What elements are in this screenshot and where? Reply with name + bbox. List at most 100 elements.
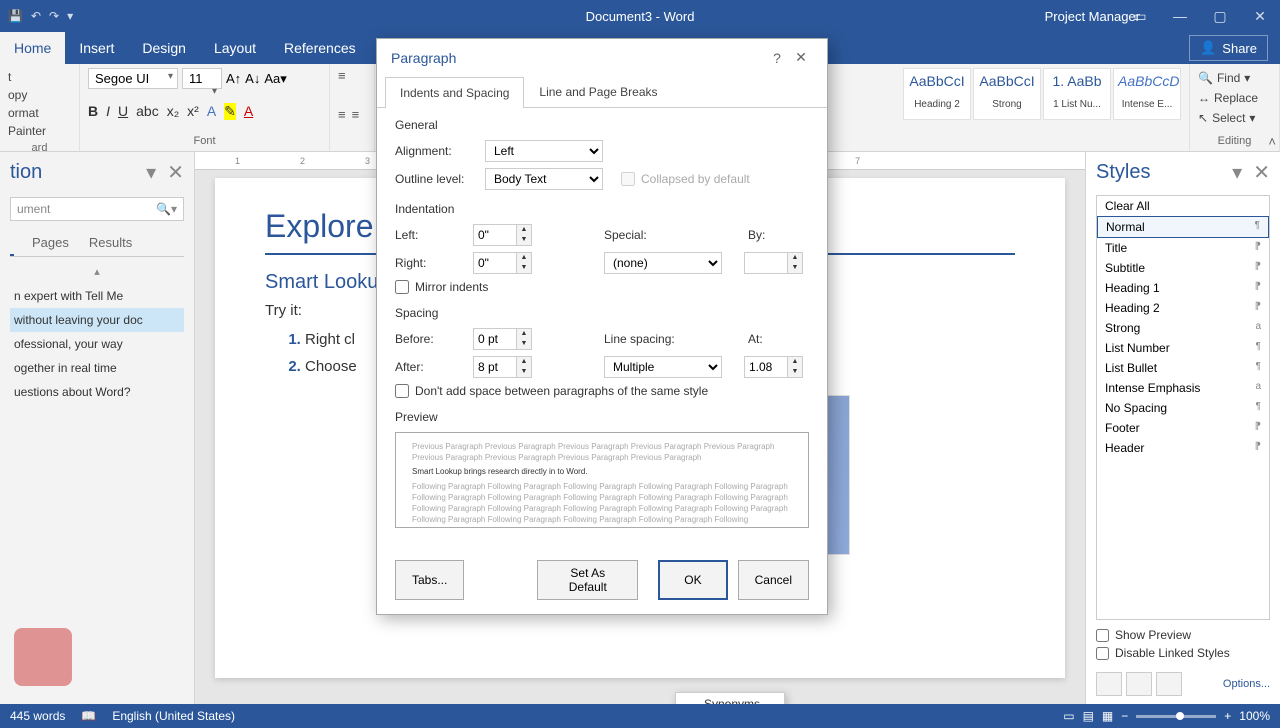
zoom-in-button[interactable]: + [1224,709,1231,723]
bold-button[interactable]: B [88,103,98,119]
no-space-same-style-checkbox[interactable]: Don't add space between paragraphs of th… [395,384,809,398]
ok-button[interactable]: OK [658,560,727,600]
style-list-bullet[interactable]: List Bullet¶ [1097,358,1269,378]
collapse-ribbon-icon[interactable]: ˄ [1268,134,1276,149]
line-spacing-select[interactable]: Multiple [604,356,722,378]
nav-item[interactable]: n expert with Tell Me [10,284,184,308]
undo-icon[interactable]: ↶ [31,9,41,23]
dialog-close-button[interactable]: ✕ [789,49,813,66]
at-spinner[interactable]: ▲▼ [744,356,803,378]
tab-design[interactable]: Design [128,32,200,64]
before-spinner[interactable]: ▲▼ [473,328,532,350]
nav-item[interactable]: without leaving your doc [10,308,184,332]
nav-tab-headings[interactable] [10,229,14,256]
minimize-icon[interactable]: — [1160,8,1200,25]
style-strong[interactable]: AaBbCcIStrong [973,68,1041,120]
tab-line-page-breaks[interactable]: Line and Page Breaks [524,76,672,107]
change-case-icon[interactable]: Aa▾ [264,71,286,87]
tabs-button[interactable]: Tabs... [395,560,464,600]
align-center-icon[interactable]: ≡ [352,107,360,122]
font-family-select[interactable]: Segoe UI [88,68,178,89]
style-normal[interactable]: Normal¶ [1097,216,1269,238]
maximize-icon[interactable]: ▢ [1200,8,1240,25]
alignment-select[interactable]: Left [485,140,603,162]
style-strong[interactable]: Stronga [1097,318,1269,338]
font-size-select[interactable]: 11 [182,68,222,89]
copy-button[interactable]: opy [8,86,71,104]
view-web-icon[interactable]: ▦ [1102,709,1113,723]
nav-tab-pages[interactable]: Pages [30,229,71,256]
ribbon-options-icon[interactable]: ▭ [1120,8,1160,25]
after-spinner[interactable]: ▲▼ [473,356,532,378]
nav-close-icon[interactable]: ✕ [167,162,184,184]
word-count[interactable]: 445 words [10,709,65,723]
style-heading1[interactable]: Heading 1⁋ [1097,278,1269,298]
nav-tab-results[interactable]: Results [87,229,134,256]
nav-item[interactable]: uestions about Word? [10,380,184,404]
bullets-icon[interactable]: ≡ [338,68,346,83]
manage-styles-button[interactable] [1156,672,1182,696]
mirror-indents-checkbox[interactable]: Mirror indents [395,280,809,294]
strikethrough-button[interactable]: abc [136,103,159,119]
language-status[interactable]: English (United States) [112,709,235,723]
tab-insert[interactable]: Insert [65,32,128,64]
nav-item[interactable]: ogether in real time [10,356,184,380]
italic-button[interactable]: I [106,103,110,119]
indent-left-spinner[interactable]: ▲▼ [473,224,532,246]
shrink-font-icon[interactable]: A↓ [245,71,260,86]
superscript-button[interactable]: x² [187,103,199,119]
zoom-slider[interactable] [1136,715,1216,718]
nav-item[interactable]: ofessional, your way [10,332,184,356]
font-color-icon[interactable]: A [244,103,253,119]
style-subtitle[interactable]: Subtitle⁋ [1097,258,1269,278]
zoom-level[interactable]: 100% [1239,709,1270,723]
dialog-help-button[interactable]: ? [765,50,789,66]
share-button[interactable]: 👤 Share [1189,35,1268,61]
disable-linked-checkbox[interactable]: Disable Linked Styles [1096,646,1270,660]
style-footer[interactable]: Footer⁋ [1097,418,1269,438]
show-preview-checkbox[interactable]: Show Preview [1096,628,1270,642]
style-intense-emphasis[interactable]: AaBbCcDIntense E... [1113,68,1181,120]
style-heading2[interactable]: Heading 2⁋ [1097,298,1269,318]
save-icon[interactable]: 💾 [8,9,23,23]
redo-icon[interactable]: ↷ [49,9,59,23]
style-no-spacing[interactable]: No Spacing¶ [1097,398,1269,418]
menu-item-synonyms[interactable]: Synonyms [676,693,784,704]
style-gallery[interactable]: AaBbCcIHeading 2 AaBbCcIStrong 1. AaBb1 … [903,68,1181,120]
style-intense-emphasis[interactable]: Intense Emphasisa [1097,378,1269,398]
new-style-button[interactable] [1096,672,1122,696]
style-title[interactable]: Title⁋ [1097,238,1269,258]
spell-check-icon[interactable]: 📖 [81,709,96,723]
style-list-number[interactable]: List Number¶ [1097,338,1269,358]
nav-dropdown-icon[interactable]: ▾ [146,162,156,184]
indent-right-spinner[interactable]: ▲▼ [473,252,532,274]
style-clear-all[interactable]: Clear All [1097,196,1269,216]
find-button[interactable]: 🔍Find▾ [1198,68,1271,88]
style-inspector-button[interactable] [1126,672,1152,696]
styles-dropdown-icon[interactable]: ▾ [1232,162,1242,184]
nav-search-input[interactable]: ument 🔍▾ [10,197,184,221]
styles-options-link[interactable]: Options... [1223,678,1270,690]
set-default-button[interactable]: Set As Default [537,560,638,600]
outline-select[interactable]: Body Text [485,168,603,190]
by-spinner[interactable]: ▲▼ [744,252,803,274]
tab-indents-spacing[interactable]: Indents and Spacing [385,77,524,108]
view-read-icon[interactable]: ▭ [1063,709,1074,723]
close-icon[interactable]: ✕ [1240,8,1280,25]
styles-close-icon[interactable]: ✕ [1253,162,1270,184]
style-list-number[interactable]: 1. AaBb1 List Nu... [1043,68,1111,120]
highlight-icon[interactable]: ✎ [224,103,236,120]
qat-dropdown-icon[interactable]: ▾ [67,9,73,23]
underline-button[interactable]: U [118,103,128,119]
style-heading2[interactable]: AaBbCcIHeading 2 [903,68,971,120]
align-left-icon[interactable]: ≡ [338,107,346,122]
tab-layout[interactable]: Layout [200,32,270,64]
replace-button[interactable]: ↔Replace [1198,88,1271,108]
format-painter-button[interactable]: ormat Painter [8,104,71,140]
zoom-out-button[interactable]: − [1121,709,1128,723]
subscript-button[interactable]: x₂ [167,103,179,119]
grow-font-icon[interactable]: A↑ [226,71,241,86]
tab-references[interactable]: References [270,32,370,64]
view-print-icon[interactable]: ▤ [1083,709,1094,723]
select-button[interactable]: ↖Select▾ [1198,108,1271,128]
